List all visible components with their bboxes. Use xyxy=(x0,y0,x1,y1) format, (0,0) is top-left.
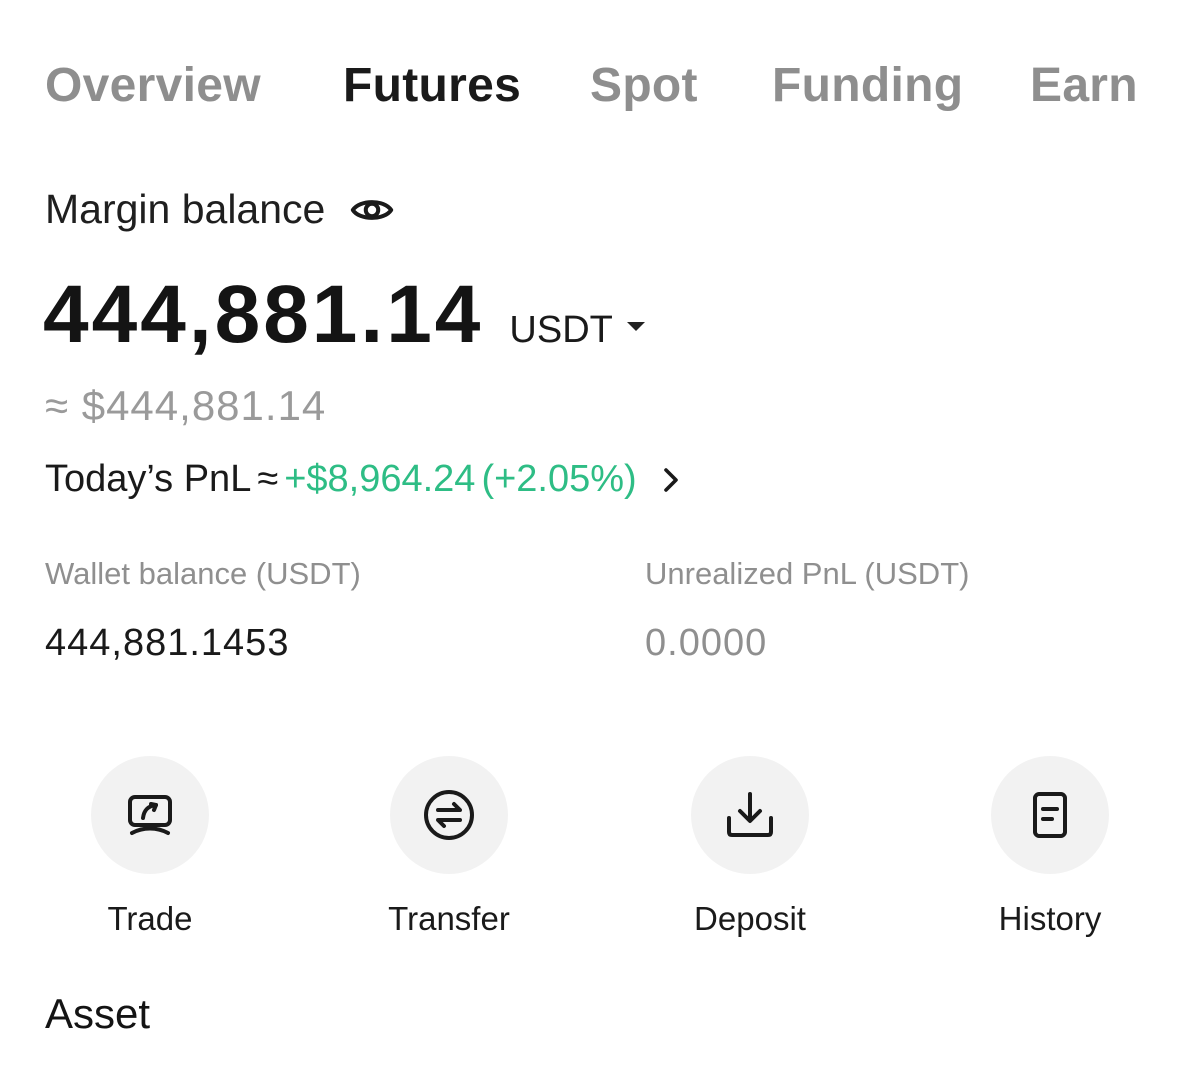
todays-pnl-link[interactable]: Today’s PnL ≈ +$8,964.24 (+2.05%) xyxy=(45,458,683,501)
unrealized-pnl-label: Unrealized PnL (USDT) xyxy=(645,556,970,591)
pnl-value: +$8,964.24 xyxy=(284,458,476,500)
wallet-balance: Wallet balance (USDT) 444,881.1453 xyxy=(45,556,361,665)
futures-wallet-page: Overview Futures Spot Funding Earn Margi… xyxy=(0,0,1200,1066)
wallet-tabs: Overview Futures Spot Funding Earn xyxy=(45,58,1165,128)
tab-earn[interactable]: Earn xyxy=(1030,58,1138,113)
transfer-icon-circle xyxy=(390,756,508,874)
history-button[interactable]: History xyxy=(950,756,1150,938)
pnl-percent: (+2.05%) xyxy=(481,458,637,500)
trade-label: Trade xyxy=(107,900,193,937)
caret-down-icon xyxy=(626,322,645,331)
margin-balance: 444,881.14 USDT xyxy=(43,268,645,362)
tab-overview[interactable]: Overview xyxy=(45,58,261,113)
trade-icon xyxy=(128,795,172,835)
wallet-balance-value: 444,881.1453 xyxy=(45,622,290,664)
chevron-right-icon xyxy=(659,463,683,497)
deposit-icon-circle xyxy=(691,756,809,874)
pnl-approx-sign: ≈ xyxy=(257,458,279,500)
trade-button[interactable]: Trade xyxy=(50,756,250,938)
action-buttons: Trade Transfer Deposit History xyxy=(0,756,1200,946)
deposit-label: Deposit xyxy=(694,900,806,937)
margin-balance-header: Margin balance xyxy=(45,186,395,233)
eye-icon[interactable] xyxy=(349,187,395,233)
tab-futures[interactable]: Futures xyxy=(343,58,521,113)
wallet-balance-label: Wallet balance (USDT) xyxy=(45,556,361,591)
asset-section-title: Asset xyxy=(45,990,151,1037)
currency-label: USDT xyxy=(509,309,613,351)
history-icon-circle xyxy=(991,756,1109,874)
deposit-icon xyxy=(727,792,773,837)
currency-selector[interactable]: USDT xyxy=(509,309,645,352)
history-icon xyxy=(1033,792,1067,838)
tab-funding[interactable]: Funding xyxy=(772,58,963,113)
trade-icon-circle xyxy=(91,756,209,874)
transfer-label: Transfer xyxy=(388,900,510,937)
pnl-label: Today’s PnL xyxy=(45,458,252,500)
unrealized-pnl-value: 0.0000 xyxy=(645,622,768,664)
margin-balance-label: Margin balance xyxy=(45,186,326,232)
transfer-button[interactable]: Transfer xyxy=(349,756,549,938)
deposit-button[interactable]: Deposit xyxy=(650,756,850,938)
transfer-icon xyxy=(424,790,474,840)
balance-amount: 444,881.14 xyxy=(43,269,484,360)
approx-usd-value: ≈ $444,881.14 xyxy=(45,382,327,429)
history-label: History xyxy=(998,900,1102,937)
unrealized-pnl: Unrealized PnL (USDT) 0.0000 xyxy=(645,556,969,665)
tab-spot[interactable]: Spot xyxy=(590,58,698,113)
